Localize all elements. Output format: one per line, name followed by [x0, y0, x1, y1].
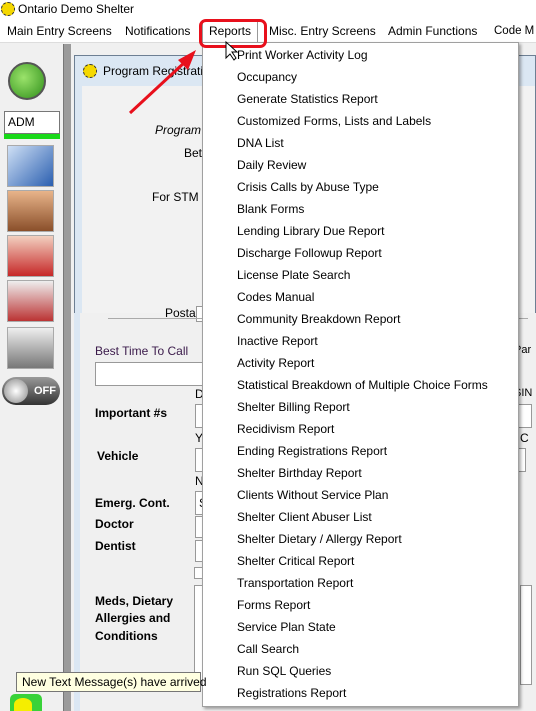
reports-menu-item[interactable]: Lending Library Due Report — [237, 220, 384, 242]
meds-label-1: Meds, Dietary — [95, 594, 174, 608]
menu-bar: Main Entry Screens Notifications Reports… — [0, 20, 536, 43]
reports-menu-item[interactable]: Crisis Calls by Abuse Type — [237, 176, 379, 198]
reports-menu-item[interactable]: DNA List — [237, 132, 284, 154]
pen-keyboard-icon[interactable] — [7, 145, 54, 187]
menu-main-entry-screens[interactable]: Main Entry Screens — [7, 20, 112, 43]
switch-label: OFF — [34, 385, 56, 397]
app-title: Ontario Demo Shelter — [18, 2, 135, 16]
switch-knob-icon — [4, 379, 28, 403]
doctor-label: Doctor — [95, 517, 134, 531]
app-icon — [1, 2, 15, 16]
reports-menu-item[interactable]: Shelter Critical Report — [237, 550, 354, 572]
reports-menu-item[interactable]: Activity Report — [237, 352, 314, 374]
operator-icon[interactable] — [7, 190, 54, 232]
reports-menu-item[interactable]: Transportation Report — [237, 572, 353, 594]
new-message-tooltip: New Text Message(s) have arrived — [16, 672, 207, 692]
vehicle-label: Vehicle — [97, 449, 139, 463]
reports-menu-item[interactable]: Customized Forms, Lists and Labels — [237, 110, 431, 132]
reports-highlight-annotation — [199, 19, 267, 48]
menu-notifications[interactable]: Notifications — [125, 20, 190, 43]
window-title-bar: Ontario Demo Shelter — [0, 0, 536, 20]
for-stm-label: For STM ( — [152, 190, 206, 204]
person-icon[interactable] — [7, 235, 54, 277]
sin-field[interactable] — [518, 404, 532, 428]
reports-menu-item[interactable]: Shelter Client Abuser List — [237, 506, 372, 528]
form-icon — [83, 64, 97, 78]
reports-menu-item[interactable]: Recidivism Report — [237, 418, 334, 440]
reader-icon[interactable] — [7, 327, 54, 369]
reports-menu-item[interactable]: Service Plan State — [237, 616, 336, 638]
reports-menu-item[interactable]: License Plate Search — [237, 264, 350, 286]
menu-misc-entry-screens[interactable]: Misc. Entry Screens — [269, 20, 376, 43]
reports-menu-item[interactable]: Community Breakdown Report — [237, 308, 400, 330]
sidebar-splitter[interactable] — [63, 44, 71, 711]
reports-menu-item[interactable]: Ending Registrations Report — [237, 440, 387, 462]
reports-menu-item[interactable]: Inactive Report — [237, 330, 318, 352]
best-time-label: Best Time To Call — [95, 344, 189, 358]
reports-menu-item[interactable]: Discharge Followup Report — [237, 242, 382, 264]
reports-menu-item[interactable]: Codes Manual — [237, 286, 314, 308]
important-numbers-label: Important #s — [95, 406, 168, 420]
dentist-label: Dentist — [95, 539, 136, 553]
c-label: C — [520, 431, 529, 445]
form-title: Program Registrati — [103, 64, 204, 78]
reports-menu-item[interactable]: Call Search — [237, 638, 299, 660]
reports-menu-item[interactable]: Registrations Report — [237, 682, 346, 704]
reports-menu-item[interactable]: Run SQL Queries — [237, 660, 331, 682]
menu-code[interactable]: Code M — [494, 20, 534, 43]
reports-menu-item[interactable]: Shelter Dietary / Allergy Report — [237, 528, 402, 550]
program-label: Program — [155, 123, 202, 137]
reports-menu-item[interactable]: Occupancy — [237, 66, 297, 88]
reports-menu-item[interactable]: Generate Statistics Report — [237, 88, 378, 110]
off-switch[interactable]: OFF — [2, 377, 60, 405]
menu-admin-functions[interactable]: Admin Functions — [388, 20, 477, 43]
reports-menu-item[interactable]: Clients Without Service Plan — [237, 484, 388, 506]
reports-menu-item[interactable]: Blank Forms — [237, 198, 304, 220]
reports-menu-item[interactable]: Daily Review — [237, 154, 306, 176]
message-icon[interactable] — [10, 694, 42, 711]
user-status-bar — [4, 134, 60, 139]
user-field: ADM — [4, 111, 60, 134]
reports-dropdown-menu: Print Worker Activity Log Occupancy Genera… — [202, 42, 519, 707]
meds-label-3: Conditions — [95, 629, 158, 643]
meds-field-right[interactable] — [520, 585, 532, 685]
emergency-contact-label: Emerg. Cont. — [95, 496, 170, 510]
reports-menu-item[interactable]: Shelter Birthday Report — [237, 462, 362, 484]
reports-menu-item[interactable]: Forms Report — [237, 594, 310, 616]
reports-menu-item[interactable]: Shelter Billing Report — [237, 396, 350, 418]
keys-logo-icon[interactable] — [8, 62, 46, 100]
group-icon[interactable] — [7, 280, 54, 322]
reports-menu-item[interactable]: Statistical Breakdown of Multiple Choice… — [237, 374, 488, 396]
meds-label-2: Allergies and — [95, 611, 171, 625]
